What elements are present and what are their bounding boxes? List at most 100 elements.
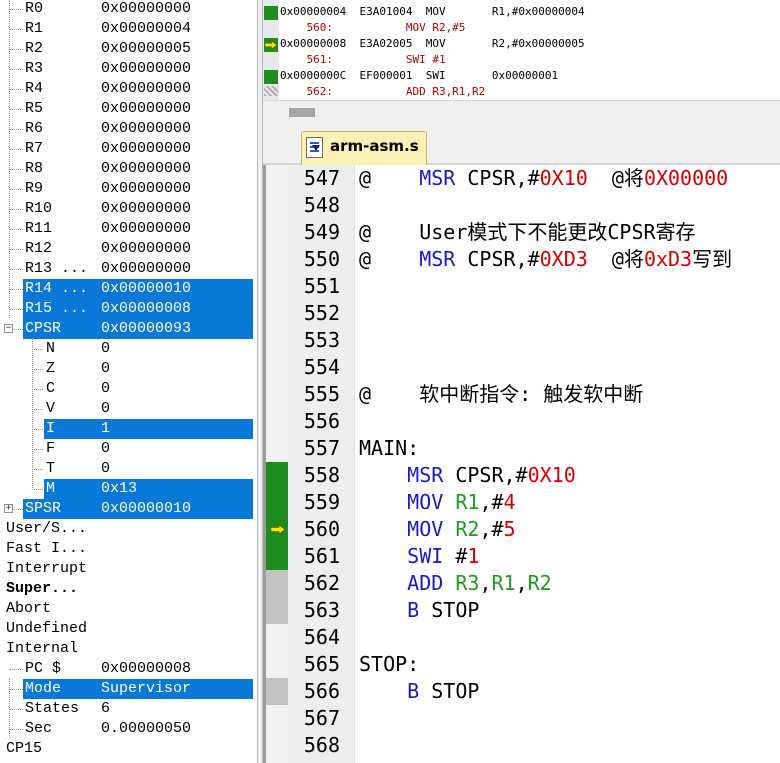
mode-group-abort[interactable]: Abort xyxy=(0,599,257,619)
code-line[interactable]: 558 MSR CPSR,#0X10 xyxy=(263,462,780,489)
register-row-cpsr[interactable]: − CPSR 0x00000093 xyxy=(0,319,257,339)
register-row-r4[interactable]: R4 0x00000000 xyxy=(0,79,257,99)
register-value[interactable]: 0 xyxy=(101,459,110,479)
source-editor[interactable]: arm-asm.s 547 @ MSR CPSR,#0X10 @将0X00000 5… xyxy=(263,122,780,763)
register-value[interactable]: 0x00000000 xyxy=(101,259,191,279)
register-value[interactable]: 0x00000093 xyxy=(101,319,191,339)
expand-toggle[interactable]: − xyxy=(4,324,13,333)
register-value[interactable]: 0x00000008 xyxy=(101,299,191,319)
disassembly-source-line[interactable]: 560: MOV R2,#5 xyxy=(263,20,780,36)
register-value[interactable]: 0 xyxy=(101,399,110,419)
disassembly-source-line[interactable]: 561: SWI #1 xyxy=(263,52,780,68)
register-value[interactable]: 0 xyxy=(101,339,110,359)
cpsr-flag-v[interactable]: V0 xyxy=(0,399,257,419)
code-line[interactable]: 564 xyxy=(263,624,780,651)
register-value[interactable]: 0x00000000 xyxy=(101,99,191,119)
internal-row-mode[interactable]: Mode Supervisor xyxy=(0,679,257,699)
expand-toggle[interactable]: + xyxy=(4,504,13,513)
register-row-r5[interactable]: R5 0x00000000 xyxy=(0,99,257,119)
code-line[interactable]: 550 @ MSR CPSR,#0XD3 @将0xD3写到 xyxy=(263,246,780,273)
disassembly-instruction[interactable]: 0x00000004 E3A01004 MOV R1,#0x00000004 xyxy=(263,4,780,20)
mode-group-cp15[interactable]: CP15 xyxy=(0,739,257,759)
disassembly-source-line[interactable]: 562: ADD R3,R1,R2 xyxy=(263,84,780,100)
register-value[interactable]: 0x00000000 xyxy=(101,0,191,19)
disassembly-horizontal-scrollbar[interactable] xyxy=(263,100,780,122)
register-row-r2[interactable]: R2 0x00000005 xyxy=(0,39,257,59)
code-line[interactable]: 553 xyxy=(263,327,780,354)
cpsr-flag-c[interactable]: C0 xyxy=(0,379,257,399)
code-line[interactable]: 556 xyxy=(263,408,780,435)
register-row-r9[interactable]: R9 0x00000000 xyxy=(0,179,257,199)
code-line[interactable]: 568 xyxy=(263,732,780,759)
disassembly-window[interactable]: 0x00000004 E3A01004 MOV R1,#0x00000004 5… xyxy=(263,0,780,122)
register-row-r3[interactable]: R3 0x00000000 xyxy=(0,59,257,79)
register-value[interactable]: 0x00000004 xyxy=(101,19,191,39)
register-row-r14[interactable]: R14 ... 0x00000010 xyxy=(0,279,257,299)
register-value[interactable]: 0x00000005 xyxy=(101,39,191,59)
register-value[interactable]: 0x00000000 xyxy=(101,159,191,179)
mode-group-fasti[interactable]: Fast I... xyxy=(0,539,257,559)
register-value[interactable]: Supervisor xyxy=(101,679,191,699)
register-value[interactable]: 0x00000000 xyxy=(101,179,191,199)
code-line[interactable]: 557 MAIN: xyxy=(263,435,780,462)
internal-row-pc[interactable]: PC $ 0x00000008 xyxy=(0,659,257,679)
tab-arm-asm-s[interactable]: arm-asm.s xyxy=(301,131,427,165)
disassembly-instruction[interactable]: 0x00000008 E3A02005 MOV R2,#0x00000005 xyxy=(263,36,780,52)
register-row-r6[interactable]: R6 0x00000000 xyxy=(0,119,257,139)
register-row-r0[interactable]: R0 0x00000000 xyxy=(0,0,257,19)
register-row-r1[interactable]: R1 0x00000004 xyxy=(0,19,257,39)
cpsr-flag-i[interactable]: I1 xyxy=(0,419,257,439)
code-line[interactable]: 555 @ 软中断指令: 触发软中断 xyxy=(263,381,780,408)
register-row-r7[interactable]: R7 0x00000000 xyxy=(0,139,257,159)
mode-group-users[interactable]: User/S... xyxy=(0,519,257,539)
mode-group-interrupt[interactable]: Interrupt xyxy=(0,559,257,579)
register-row-r12[interactable]: R12 0x00000000 xyxy=(0,239,257,259)
code-line[interactable]: 547 @ MSR CPSR,#0X10 @将0X00000 xyxy=(263,165,780,192)
code-line[interactable]: 561 SWI #1 xyxy=(263,543,780,570)
code-line[interactable]: 565 STOP: xyxy=(263,651,780,678)
cpsr-flag-n[interactable]: N0 xyxy=(0,339,257,359)
mode-group-super[interactable]: Super... xyxy=(0,579,257,599)
register-value[interactable]: 0x00000000 xyxy=(101,119,191,139)
register-value[interactable]: 1 xyxy=(101,419,110,439)
code-line[interactable]: 551 xyxy=(263,273,780,300)
register-value[interactable]: 0x00000010 xyxy=(101,279,191,299)
internal-row-states[interactable]: States 6 xyxy=(0,699,257,719)
code-area[interactable]: 547 @ MSR CPSR,#0X10 @将0X00000 548 549 @ Use… xyxy=(263,165,780,763)
register-value[interactable]: 0.00000050 xyxy=(101,719,191,739)
register-value[interactable]: 0x00000000 xyxy=(101,59,191,79)
register-value[interactable]: 0 xyxy=(101,379,110,399)
code-line[interactable]: 554 xyxy=(263,354,780,381)
code-line[interactable]: 562 ADD R3,R1,R2 xyxy=(263,570,780,597)
register-value[interactable]: 0x13 xyxy=(101,479,137,499)
register-row-r15[interactable]: R15 ... 0x00000008 xyxy=(0,299,257,319)
register-value[interactable]: 0x00000010 xyxy=(101,499,191,519)
register-row-r10[interactable]: R10 0x00000000 xyxy=(0,199,257,219)
register-row-r8[interactable]: R8 0x00000000 xyxy=(0,159,257,179)
disassembly-instruction[interactable]: 0x0000000C EF000001 SWI 0x00000001 xyxy=(263,68,780,84)
code-line[interactable]: 567 xyxy=(263,705,780,732)
register-value[interactable]: 0x00000000 xyxy=(101,219,191,239)
scrollbar-thumb[interactable] xyxy=(289,108,315,117)
cpsr-flag-m[interactable]: M 0x13 xyxy=(0,479,257,499)
mode-group-internal[interactable]: Internal xyxy=(0,639,257,659)
registers-panel[interactable]: R0 0x00000000 R1 0x00000004 R2 0x00000005 R3 0x… xyxy=(0,0,258,763)
register-value[interactable]: 0x00000000 xyxy=(101,199,191,219)
code-line[interactable]: 548 xyxy=(263,192,780,219)
code-line[interactable]: 563 B STOP xyxy=(263,597,780,624)
register-value[interactable]: 0 xyxy=(101,439,110,459)
cpsr-flag-z[interactable]: Z0 xyxy=(0,359,257,379)
register-row-spsr[interactable]: + SPSR 0x00000010 xyxy=(0,499,257,519)
code-line[interactable]: 552 xyxy=(263,300,780,327)
register-row-r11[interactable]: R11 0x00000000 xyxy=(0,219,257,239)
register-value[interactable]: 0x00000008 xyxy=(101,659,191,679)
mode-group-undefined[interactable]: Undefined xyxy=(0,619,257,639)
cpsr-flag-t[interactable]: T0 xyxy=(0,459,257,479)
register-value[interactable]: 6 xyxy=(101,699,110,719)
code-line[interactable]: 560 MOV R2,#5 xyxy=(263,516,780,543)
internal-row-sec[interactable]: Sec 0.00000050 xyxy=(0,719,257,739)
register-row-r13[interactable]: R13 ... 0x00000000 xyxy=(0,259,257,279)
code-line[interactable]: 566 B STOP xyxy=(263,678,780,705)
code-line[interactable]: 549 @ User模式下不能更改CPSR寄存 xyxy=(263,219,780,246)
code-line[interactable]: 559 MOV R1,#4 xyxy=(263,489,780,516)
